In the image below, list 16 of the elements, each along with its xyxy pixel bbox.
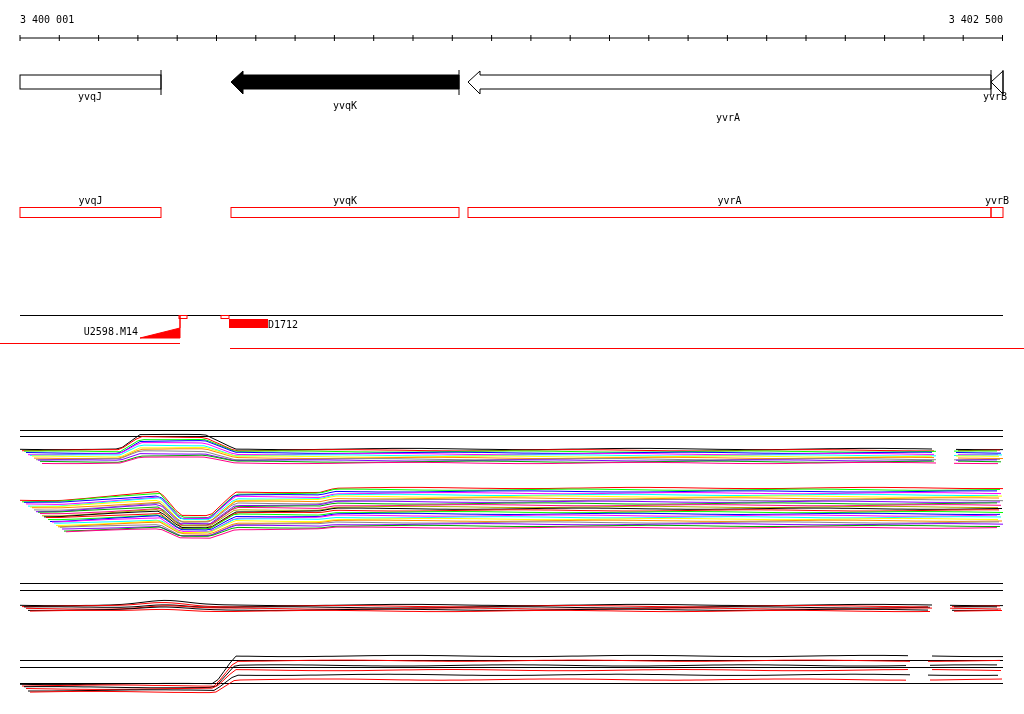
- gene-label: yvqK: [332, 100, 358, 111]
- feature-marker: [178, 315, 188, 319]
- ruler-end-label: 3 402 500: [948, 14, 1003, 25]
- ruler-start-label: 3 400 001: [20, 14, 75, 25]
- annotation-label: yvqK: [332, 195, 358, 206]
- annotation-label: yvqJ: [78, 195, 103, 206]
- annotation-label: yvrA: [717, 195, 742, 206]
- feature-ramp: [139, 315, 181, 339]
- feature-label: U2598.M14: [83, 326, 138, 337]
- gene-label: yvqJ: [77, 91, 103, 102]
- feature-label: D1712: [268, 319, 299, 330]
- annotation-label: yvrB: [984, 195, 1010, 206]
- gene-label: yvrB: [982, 91, 1008, 102]
- feature-block: [229, 319, 268, 328]
- feature-marker: [220, 315, 230, 319]
- gene-label: yvrA: [715, 112, 741, 123]
